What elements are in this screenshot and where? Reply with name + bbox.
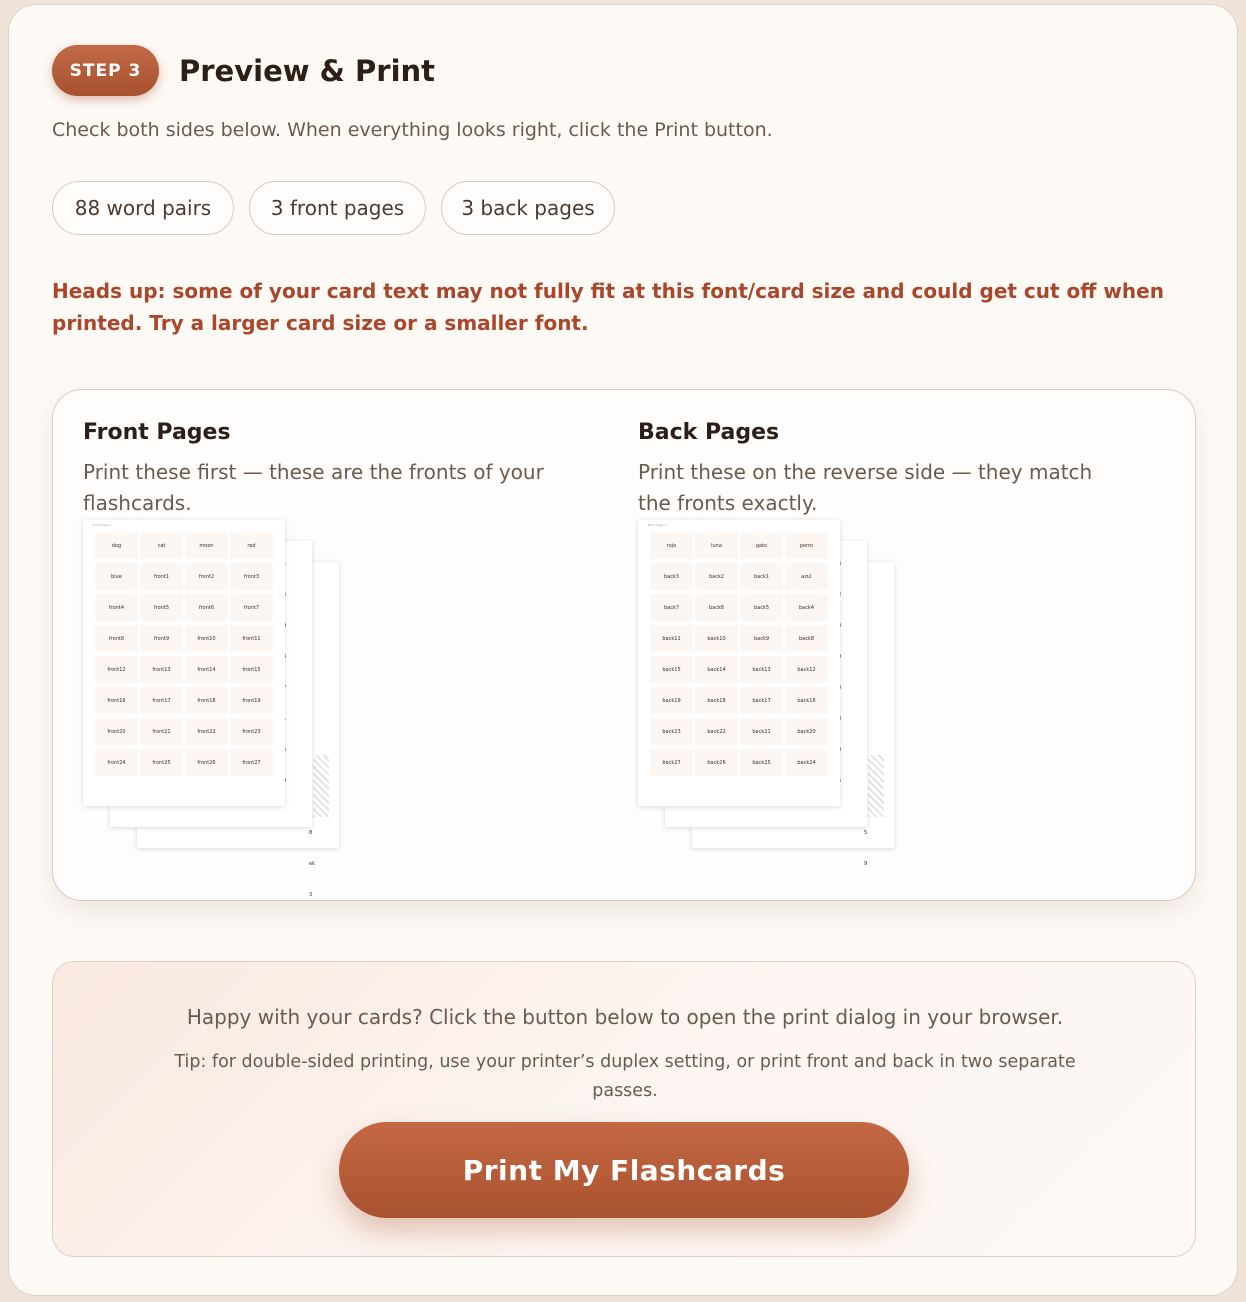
stat-word-pairs: 88 word pairs — [52, 181, 234, 235]
back-pages-preview: 371593715962400405Back Page 1rojolunagat… — [638, 520, 898, 867]
front-page-1-cell: front11 — [230, 625, 273, 652]
back-page-1-cell: back6 — [695, 594, 738, 621]
back-page-1-cell: back15 — [650, 656, 693, 683]
front-pages-description: Print these first — these are the fronts… — [83, 460, 544, 515]
step-panel: STEP 3 Preview & Print Check both sides … — [8, 4, 1238, 1296]
front-page-3-empty-area — [313, 755, 329, 817]
front-page-1-cell: front23 — [230, 718, 273, 745]
step-badge: STEP 3 — [52, 45, 159, 96]
back-page-1-cell: back10 — [695, 625, 738, 652]
back-page-1-cell: perro — [785, 532, 828, 559]
front-page-1-cell: front10 — [185, 625, 228, 652]
fit-warning: Heads up: some of your card text may not… — [52, 279, 1164, 335]
back-page-1-cell: back12 — [785, 656, 828, 683]
back-page-1-cell: gato — [740, 532, 783, 559]
front-page-1-cell: front5 — [140, 594, 183, 621]
front-page-1-cell: front26 — [185, 749, 228, 776]
back-page-1-cell: back20 — [785, 718, 828, 745]
front-page-1-cell: cat — [140, 532, 183, 559]
front-page-1-cell: dog — [95, 532, 138, 559]
front-pages-preview: 604826048ek315937159Front Page 1dogcatmo… — [83, 520, 343, 898]
front-pages-title: Front Pages — [83, 420, 231, 445]
print-message: Happy with your cards? Click the button … — [186, 1005, 1064, 1029]
front-page-1-cell: front1 — [140, 563, 183, 590]
front-page-1-cell: front25 — [140, 749, 183, 776]
back-page-3-cell: 5 — [864, 830, 868, 836]
back-page-1-cell: back13 — [740, 656, 783, 683]
back-page-1-cell: back16 — [785, 687, 828, 714]
front-page-1-cell: red — [230, 532, 273, 559]
front-page-3-cell: 8 — [309, 830, 313, 836]
front-page-1-cell: front15 — [230, 656, 273, 683]
back-page-1-cell: back26 — [695, 749, 738, 776]
front-page-1-cell: front14 — [185, 656, 228, 683]
back-page-1-cell: back22 — [695, 718, 738, 745]
back-page-1-cell: rojo — [650, 532, 693, 559]
back-page-1-cell: back8 — [785, 625, 828, 652]
back-page-1-cell: back3 — [650, 563, 693, 590]
back-page-1-cell: back1 — [740, 563, 783, 590]
front-page-1-cell: front6 — [185, 594, 228, 621]
back-page-3-cell: 9 — [864, 861, 868, 867]
front-page-3-cell: ek — [309, 861, 315, 867]
front-page-1-cell: front20 — [95, 718, 138, 745]
step-instructions: Check both sides below. When everything … — [52, 119, 773, 141]
back-page-1-cell: back21 — [740, 718, 783, 745]
back-page-1-cell: back17 — [740, 687, 783, 714]
front-page-1-cell: front12 — [95, 656, 138, 683]
front-page-1-cell: front13 — [140, 656, 183, 683]
back-page-1: Back Page 1 rojo luna gato perro back3 back2 ba… — [638, 520, 840, 806]
back-page-1-cell: azul — [785, 563, 828, 590]
front-page-1-cell: front27 — [230, 749, 273, 776]
back-page-1-cell: back25 — [740, 749, 783, 776]
back-page-1-cell: back11 — [650, 625, 693, 652]
back-page-1-cell: back24 — [785, 749, 828, 776]
back-pages-description: Print these on the reverse side — they m… — [638, 460, 1093, 515]
preview-panel: Front Pages Print these first — these ar… — [52, 389, 1196, 901]
back-page-1-cell: back4 — [785, 594, 828, 621]
back-page-3-empty-area — [868, 755, 884, 817]
front-page-1-cell: front16 — [95, 687, 138, 714]
front-page-3-cell: 3 — [309, 892, 313, 898]
front-page-1-header: Front Page 1 — [93, 523, 112, 527]
front-page-1-cell: front7 — [230, 594, 273, 621]
back-page-1-cell: back27 — [650, 749, 693, 776]
front-page-1-cell: front17 — [140, 687, 183, 714]
front-page-1-cell: front18 — [185, 687, 228, 714]
front-page-1-cell: front21 — [140, 718, 183, 745]
stat-front-pages: 3 front pages — [249, 181, 426, 235]
back-page-1-cell: back23 — [650, 718, 693, 745]
front-page-1-cell: front19 — [230, 687, 273, 714]
back-page-1-cell: back9 — [740, 625, 783, 652]
back-page-1-cell: back5 — [740, 594, 783, 621]
front-page-1-cell: front24 — [95, 749, 138, 776]
front-page-1-cell: moon — [185, 532, 228, 559]
front-page-1-cell: front8 — [95, 625, 138, 652]
front-page-1: Front Page 1 dog cat moon red blue front1 front… — [83, 520, 285, 806]
back-page-1-cell: back7 — [650, 594, 693, 621]
back-pages-title: Back Pages — [638, 420, 780, 445]
page-title: Preview & Print — [179, 54, 436, 88]
back-page-1-header: Back Page 1 — [648, 523, 667, 527]
front-page-1-cell: front2 — [185, 563, 228, 590]
front-page-1-cell: front22 — [185, 718, 228, 745]
back-page-1-cell: back14 — [695, 656, 738, 683]
duplex-tip: Tip: for double-sided printing, use your… — [174, 1052, 1076, 1101]
front-page-1-cell: front4 — [95, 594, 138, 621]
stat-back-pages: 3 back pages — [441, 181, 615, 235]
print-button[interactable]: Print My Flashcards — [339, 1122, 909, 1218]
front-page-1-cell: front3 — [230, 563, 273, 590]
back-page-1-cell: back19 — [650, 687, 693, 714]
back-page-1-cell: back2 — [695, 563, 738, 590]
back-page-1-cell: luna — [695, 532, 738, 559]
front-page-1-cell: front9 — [140, 625, 183, 652]
front-page-1-cell: blue — [95, 563, 138, 590]
back-page-1-cell: back18 — [695, 687, 738, 714]
print-section: Happy with your cards? Click the button … — [52, 961, 1196, 1257]
